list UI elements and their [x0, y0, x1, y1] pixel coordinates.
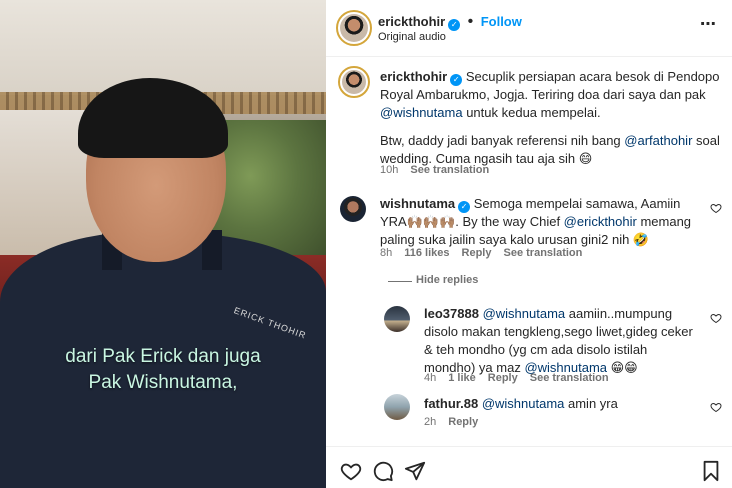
- caption-avatar-image: [342, 70, 366, 94]
- header-divider: [326, 56, 732, 57]
- subtitle-line-1: dari Pak Erick dan juga: [65, 346, 261, 367]
- separator-dot: •: [467, 13, 474, 30]
- comment-meta: 8h 116 likes Reply See translation: [380, 247, 582, 259]
- reply-likes[interactable]: 1 like: [448, 372, 476, 384]
- reply-time[interactable]: 2h: [424, 416, 436, 428]
- comment-likes[interactable]: 116 likes: [404, 247, 449, 259]
- verified-badge-icon: ✓: [448, 19, 461, 31]
- comment-time[interactable]: 8h: [380, 247, 392, 259]
- caption-username[interactable]: erickthohir: [380, 69, 447, 84]
- hide-replies-line: [388, 281, 412, 282]
- mention-link[interactable]: @erickthohir: [564, 214, 637, 229]
- like-comment-heart-icon[interactable]: [710, 202, 722, 214]
- commenter-avatar[interactable]: [340, 196, 366, 222]
- caption-time[interactable]: 10h: [380, 164, 398, 176]
- post-video[interactable]: ERICK THOHIR dari Pak Erick dan juga Pak…: [0, 0, 326, 488]
- author-avatar[interactable]: [336, 10, 372, 46]
- reply-avatar[interactable]: [384, 306, 410, 332]
- reply-time[interactable]: 4h: [424, 372, 436, 384]
- like-reply-heart-icon[interactable]: [710, 401, 722, 413]
- action-bar-divider: [326, 446, 732, 447]
- caption-text-part: Btw, daddy jadi banyak referensi nih ban…: [380, 133, 625, 148]
- reply-button[interactable]: Reply: [488, 372, 518, 384]
- reply-text-part: 😁😁: [607, 360, 638, 375]
- see-translation-link[interactable]: See translation: [530, 372, 609, 384]
- share-send-icon[interactable]: [404, 460, 426, 482]
- video-subtitle: dari Pak Erick dan juga Pak Wishnutama,: [0, 344, 326, 396]
- reply-meta: 2h Reply: [424, 416, 478, 428]
- reply-button[interactable]: Reply: [448, 416, 478, 428]
- audio-label[interactable]: Original audio: [378, 31, 446, 43]
- reply-avatar[interactable]: [384, 394, 410, 420]
- like-post-heart-icon[interactable]: [340, 460, 362, 482]
- author-name-row: erickthohir ✓ • Follow: [378, 13, 522, 31]
- like-reply-heart-icon[interactable]: [710, 312, 722, 324]
- reply-text-part: amin yra: [564, 396, 618, 411]
- reply-text: fathur.88 @wishnutama amin yra: [424, 395, 700, 413]
- caption-text: erickthohir ✓ Secuplik persiapan acara be…: [380, 68, 720, 168]
- comment-username[interactable]: wishnutama: [380, 196, 455, 211]
- subtitle-line-2: Pak Wishnutama,: [88, 372, 238, 393]
- mention-link[interactable]: @wishnutama: [380, 105, 463, 120]
- reply-text: leo37888 @wishnutama aamiin..mumpung dis…: [424, 305, 700, 377]
- caption-meta: 10h See translation: [380, 164, 489, 176]
- follow-button[interactable]: Follow: [481, 14, 522, 29]
- post-side-panel: erickthohir ✓ • Follow Original audio ⋯ e…: [326, 0, 732, 488]
- mention-link[interactable]: @arfathohir: [624, 133, 692, 148]
- reply-username[interactable]: fathur.88: [424, 396, 478, 411]
- caption-text-part: untuk kedua mempelai.: [462, 105, 601, 120]
- author-avatar-image: [340, 14, 368, 42]
- caption-avatar[interactable]: [338, 66, 370, 98]
- more-options-icon[interactable]: ⋯: [700, 14, 717, 34]
- mention-link[interactable]: @wishnutama: [483, 306, 566, 321]
- comment-bubble-icon[interactable]: [372, 460, 394, 482]
- author-username[interactable]: erickthohir: [378, 14, 445, 29]
- see-translation-link[interactable]: See translation: [410, 164, 489, 176]
- reply-meta: 4h 1 like Reply See translation: [424, 372, 609, 384]
- save-bookmark-icon[interactable]: [700, 460, 722, 482]
- see-translation-link[interactable]: See translation: [504, 247, 583, 259]
- hide-replies-button[interactable]: Hide replies: [416, 274, 478, 286]
- comment-text: wishnutama ✓ Semoga mempelai samawa, Aami…: [380, 195, 710, 249]
- reply-button[interactable]: Reply: [462, 247, 492, 259]
- mention-link[interactable]: @wishnutama: [482, 396, 565, 411]
- verified-badge-icon: ✓: [458, 201, 471, 213]
- verified-badge-icon: ✓: [450, 74, 463, 86]
- reply-username[interactable]: leo37888: [424, 306, 479, 321]
